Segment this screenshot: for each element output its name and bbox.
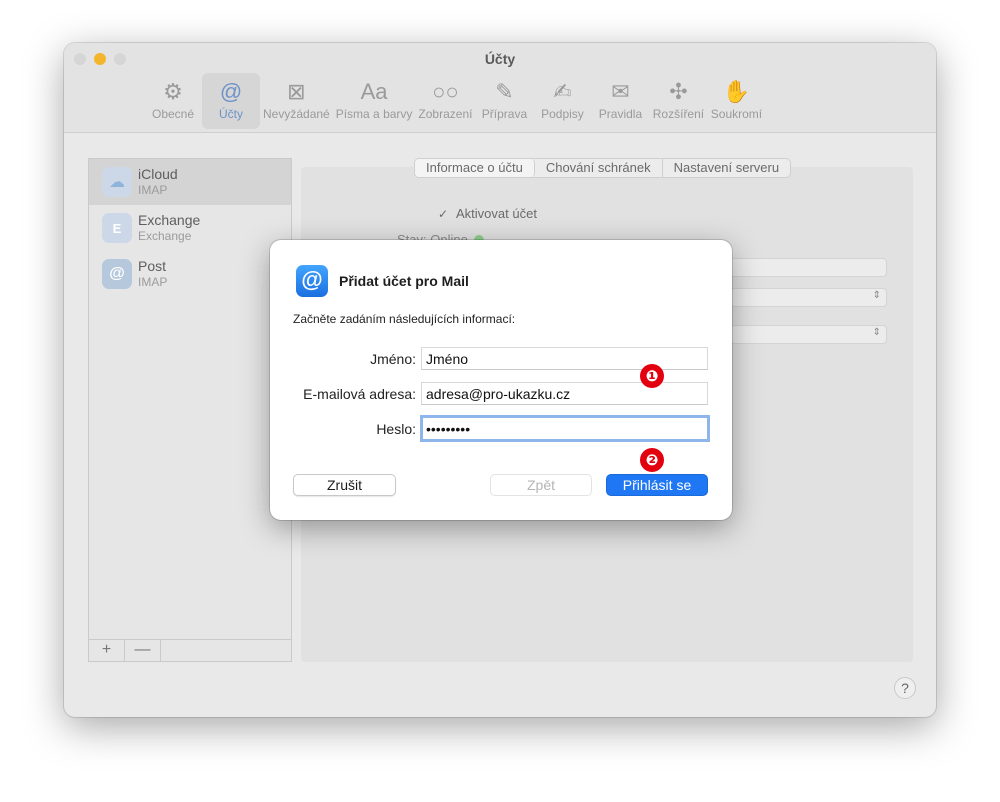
tab-accounts-label: Účty xyxy=(219,107,243,121)
add-account-button[interactable]: + xyxy=(89,640,125,661)
name-field[interactable] xyxy=(421,347,708,370)
activate-account-label: Aktivovat účet xyxy=(456,206,537,221)
tab-general[interactable]: ⚙ Obecné xyxy=(144,73,202,129)
account-name: Exchange xyxy=(138,212,201,228)
account-name: Post xyxy=(138,258,167,274)
chevron-updown-icon: ⇕ xyxy=(872,290,881,301)
tab-junk-label: Nevyžádané xyxy=(263,107,330,121)
account-type: IMAP xyxy=(138,275,168,289)
email-field[interactable] xyxy=(421,382,708,405)
account-item-icloud[interactable]: ☁ iCloud IMAP xyxy=(89,159,291,205)
accounts-sidebar: ☁ iCloud IMAP E Exchange Exchange @ Post… xyxy=(88,158,292,662)
email-label: E-mailová adresa: xyxy=(303,386,416,402)
activate-account-checkbox[interactable]: ✓ Aktivovat účet xyxy=(438,206,537,221)
tab-privacy[interactable]: ✋ Soukromí xyxy=(707,73,765,129)
tab-composing-label: Příprava xyxy=(481,107,528,121)
dialog-title: Přidat účet pro Mail xyxy=(339,273,469,289)
password-row: Heslo: xyxy=(270,415,732,442)
chevron-updown-icon: ⇕ xyxy=(872,327,881,338)
mail-at-icon: @ xyxy=(296,265,328,297)
back-button[interactable]: Zpět xyxy=(490,474,592,496)
account-item-post[interactable]: @ Post IMAP xyxy=(89,251,291,297)
sidebar-actions: + — xyxy=(89,639,291,661)
compose-icon: ✎ xyxy=(495,79,514,104)
tab-composing[interactable]: ✎ Příprava xyxy=(475,73,533,129)
account-type: IMAP xyxy=(138,183,168,197)
font-icon: Aa xyxy=(360,79,388,104)
tab-mailbox-behaviors[interactable]: Chování schránek xyxy=(535,159,663,177)
sign-in-button[interactable]: Přihlásit se xyxy=(606,474,708,496)
cancel-button[interactable]: Zrušit xyxy=(293,474,396,496)
account-type: Exchange xyxy=(138,229,192,243)
tab-privacy-label: Soukromí xyxy=(710,107,763,121)
glasses-icon: ○○ xyxy=(432,79,459,104)
account-tabs: Informace o účtu Chování schránek Nastav… xyxy=(414,158,792,178)
name-label: Jméno: xyxy=(370,351,416,367)
tab-viewing[interactable]: ○○ Zobrazení xyxy=(415,73,475,129)
at-sign-icon: @ xyxy=(102,259,132,289)
tab-server-settings[interactable]: Nastavení serveru xyxy=(663,159,791,177)
hand-icon: ✋ xyxy=(722,79,751,104)
dialog-description: Začněte zadáním následujících informací: xyxy=(293,312,516,326)
tab-extensions-label: Rozšíření xyxy=(652,107,705,121)
tab-general-label: Obecné xyxy=(151,107,195,121)
checkmark-icon: ✓ xyxy=(438,207,449,221)
step-2-badge: ❷ xyxy=(640,448,664,472)
name-row: Jméno: xyxy=(270,347,732,371)
background-popup-1[interactable]: ⇕ xyxy=(730,288,887,307)
tab-viewing-label: Zobrazení xyxy=(418,107,473,121)
at-sign-icon: @ xyxy=(219,79,243,104)
background-popup-2[interactable]: ⇕ xyxy=(730,325,887,344)
icloud-icon: ☁ xyxy=(102,167,132,197)
account-item-exchange[interactable]: E Exchange Exchange xyxy=(89,205,291,251)
tab-signatures[interactable]: ✍ Podpisy xyxy=(533,73,591,129)
tab-accounts[interactable]: @ Účty xyxy=(202,73,260,129)
email-row: E-mailová adresa: xyxy=(270,382,732,406)
window-title: Účty xyxy=(484,51,516,67)
tab-rules-label: Pravidla xyxy=(598,107,643,121)
background-text-field[interactable] xyxy=(730,258,887,277)
password-field[interactable] xyxy=(420,415,710,442)
password-label: Heslo: xyxy=(376,421,416,437)
junk-tray-icon: ⊠ xyxy=(287,79,306,104)
remove-account-button[interactable]: — xyxy=(125,640,161,661)
exchange-icon: E xyxy=(102,213,132,243)
step-1-badge: ❶ xyxy=(640,364,664,388)
titlebar: Účty ⚙ Obecné @ Účty ⊠ Nevyžádané Aa Pís… xyxy=(64,43,936,133)
tab-fonts-colors[interactable]: Aa Písma a barvy xyxy=(333,73,416,129)
tab-junk[interactable]: ⊠ Nevyžádané xyxy=(260,73,333,129)
gear-icon: ⚙ xyxy=(163,79,183,104)
tab-extensions[interactable]: ✣ Rozšíření xyxy=(649,73,707,129)
signature-icon: ✍ xyxy=(553,79,572,104)
account-name: iCloud xyxy=(138,166,178,182)
tab-fonts-colors-label: Písma a barvy xyxy=(335,107,413,121)
rules-envelope-icon: ✉ xyxy=(611,79,630,104)
help-button[interactable]: ? xyxy=(894,677,916,699)
tab-rules[interactable]: ✉ Pravidla xyxy=(591,73,649,129)
tab-signatures-label: Podpisy xyxy=(541,107,584,121)
puzzle-icon: ✣ xyxy=(669,79,688,104)
preferences-toolbar: ⚙ Obecné @ Účty ⊠ Nevyžádané Aa Písma a … xyxy=(144,73,765,129)
tab-account-info[interactable]: Informace o účtu xyxy=(415,159,535,177)
